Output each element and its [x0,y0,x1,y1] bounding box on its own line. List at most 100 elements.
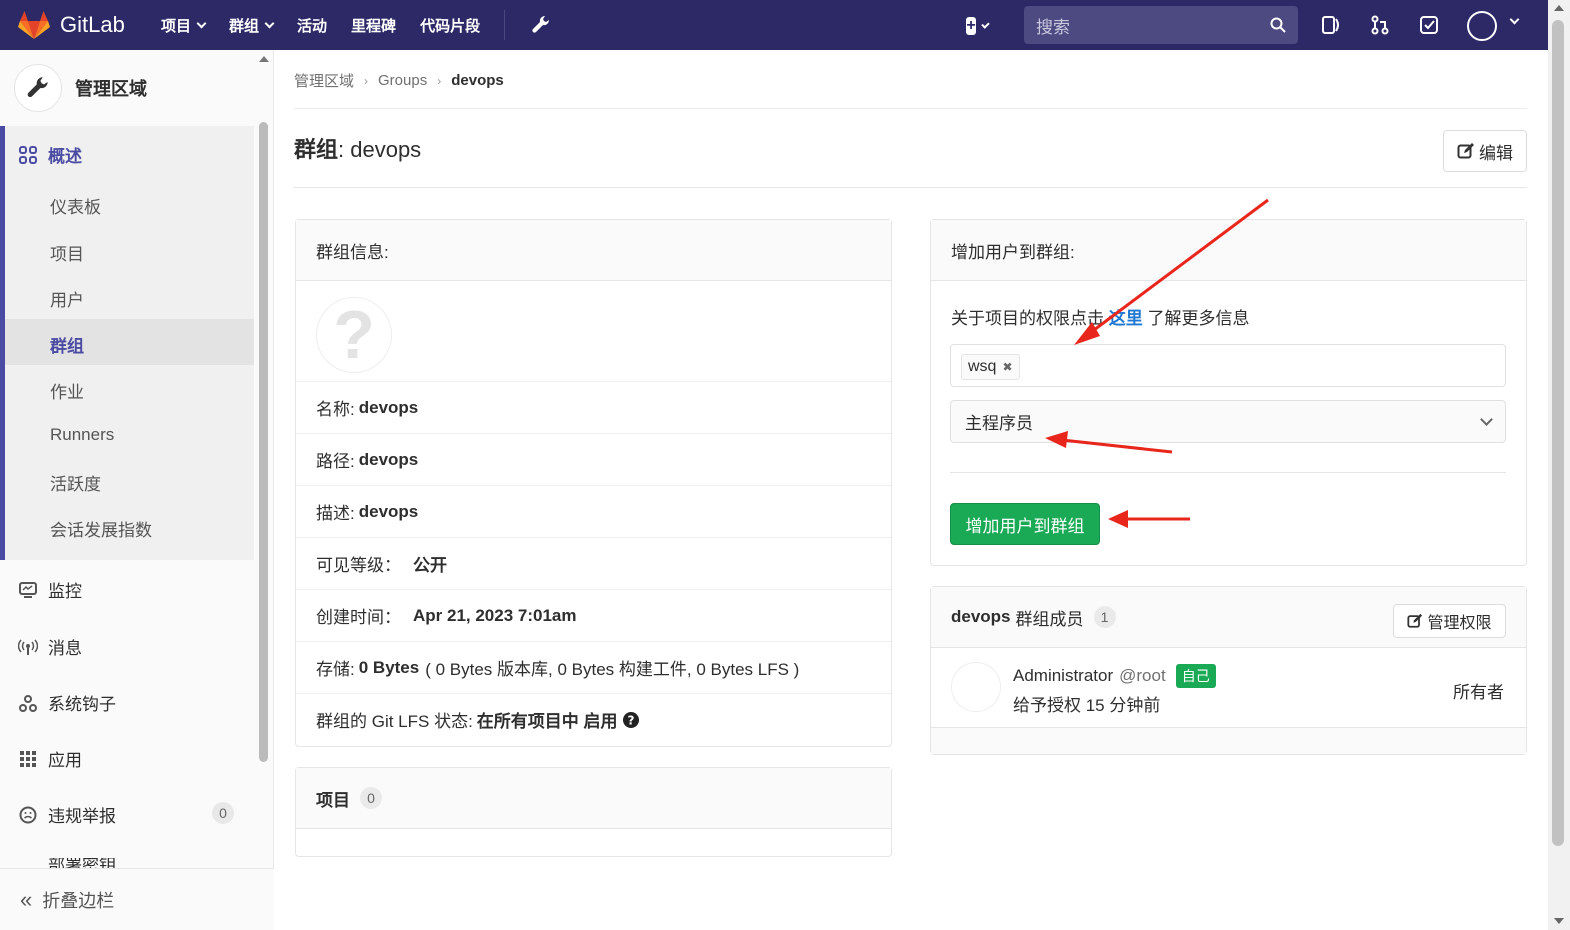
nav-projects-label: 项目 [161,17,192,35]
help-text-after: 了解更多信息 [1147,309,1250,328]
new-dropdown[interactable]: + [966,15,990,37]
hook-icon [18,693,38,713]
divider [950,472,1506,473]
sidebar-title: 管理区域 [75,79,147,99]
self-badge: 自己 [1175,664,1216,688]
role-select-value: 主程序员 [965,414,1033,433]
add-user-to-group-button[interactable]: 增加用户到群组 [950,503,1100,545]
question-circle-icon[interactable]: ? [622,711,639,728]
scroll-up-arrow-icon[interactable] [1553,4,1565,12]
search-input[interactable]: 搜索 [1024,6,1298,44]
lfs-label: 群组的 Git LFS 状态: [316,712,473,731]
svg-text:?: ? [627,713,634,727]
help-text-before: 关于项目的权限点击 [951,309,1104,328]
breadcrumb: 管理区域 › Groups › devops [294,70,504,91]
sidebar-item-devops-score[interactable]: 会话发展指数 [50,516,152,541]
sidebar-item-applications[interactable]: 应用 [18,746,82,771]
sidebar: 管理区域 概述 仪表板 项目 用户 群组 作业 Runners 活跃度 会话发展… [0,50,274,930]
page-title: 群组: devops [294,132,421,164]
sidebar-item-groups[interactable]: 群组 [50,332,84,357]
breadcrumb-admin[interactable]: 管理区域 [294,70,354,91]
sidebar-item-monitoring-label: 监控 [48,582,82,601]
sidebar-item-system-hooks-label: 系统钩子 [48,695,116,714]
chevron-down-icon [264,18,275,28]
sidebar-header[interactable]: 管理区域 [0,50,254,126]
chevron-right-icon: › [364,73,369,88]
member-name[interactable]: Administrator [1013,666,1113,686]
nav-activity[interactable]: 活动 [297,15,327,36]
sidebar-item-deploy-keys-label: 部署密钥 [48,858,116,868]
overview-grid-icon [18,145,38,165]
chevron-down-icon[interactable] [1509,14,1520,25]
group-path-label: 路径: [316,452,355,471]
admin-area-avatar [14,64,62,112]
sidebar-item-abuse-reports-label: 违规举报 [48,807,116,826]
key-icon [18,858,38,868]
sidebar-item-monitoring[interactable]: 监控 [18,577,82,602]
merge-request-icon[interactable] [1369,14,1391,36]
scroll-down-arrow-icon[interactable] [1553,917,1565,925]
collapse-sidebar-label: 折叠边栏 [42,890,115,911]
todo-icon[interactable] [1418,14,1440,36]
nav-groups-label: 群组 [229,17,260,35]
sidebar-item-jobs[interactable]: 作业 [50,378,84,403]
monitor-icon [18,580,38,600]
role-select[interactable]: 主程序员 [950,400,1506,443]
sidebar-item-deploy-keys[interactable]: 部署密钥 [18,858,116,868]
top-navbar: GitLab 项目 群组 活动 里程碑 代码片段 + 搜索 [0,0,1548,50]
members-footer [931,728,1526,754]
wrench-icon [27,77,48,98]
group-description-label: 描述: [316,504,355,523]
edit-group-button[interactable]: 编辑 [1443,130,1527,172]
collapse-sidebar-button[interactable]: « 折叠边栏 [0,868,274,930]
divider [294,108,1527,109]
sidebar-item-overview[interactable]: 概述 [18,142,82,167]
group-path-row: 路径: devops [296,433,891,485]
manage-access-label: 管理权限 [1427,615,1492,632]
projects-count-badge: 0 [360,787,382,809]
selected-user-token[interactable]: wsq ✖ [961,354,1020,380]
remove-token-icon[interactable]: ✖ [1002,360,1012,374]
page-scrollbar[interactable] [1552,20,1564,846]
user-avatar[interactable] [1467,11,1497,41]
apps-icon [18,749,38,769]
group-visibility-row: 可见等级： 公开 [296,537,891,589]
admin-wrench-icon[interactable] [531,15,551,35]
manage-access-button[interactable]: 管理权限 [1393,604,1506,638]
member-role: 所有者 [1453,683,1504,702]
breadcrumb-current[interactable]: devops [451,72,504,89]
sidebar-item-projects[interactable]: 项目 [50,240,84,265]
permissions-help-link[interactable]: 这里 [1109,309,1143,328]
brand[interactable]: GitLab [18,10,143,40]
double-chevron-left-icon: « [20,886,33,912]
group-name-label: 名称: [316,400,355,419]
broadcast-icon [18,637,38,657]
group-created-label: 创建时间： [316,608,401,627]
question-mark-icon: ? [316,297,392,373]
sidebar-item-abuse-reports[interactable]: 违规举报 [18,802,116,827]
edit-icon [1457,143,1474,159]
sidebar-item-runners[interactable]: Runners [50,425,114,445]
scroll-up-arrow-icon[interactable] [258,55,270,63]
sidebar-item-system-hooks[interactable]: 系统钩子 [18,690,116,715]
issues-icon[interactable] [1320,14,1342,36]
page-title-prefix: 群组 [294,137,339,162]
breadcrumb-groups[interactable]: Groups [378,72,427,89]
sidebar-item-activity[interactable]: 活跃度 [50,470,101,495]
member-avatar[interactable] [951,662,1001,712]
sidebar-item-messages[interactable]: 消息 [18,634,82,659]
member-granted-time: 给予授权 15 分钟前 [1013,696,1161,715]
nav-milestones[interactable]: 里程碑 [351,15,396,36]
sidebar-scrollbar[interactable] [259,122,268,762]
nav-groups[interactable]: 群组 [229,15,275,36]
add-user-header: 增加用户到群组: [931,220,1526,281]
nav-snippets[interactable]: 代码片段 [420,15,480,36]
user-search-input[interactable]: wsq ✖ [950,344,1506,387]
group-visibility-value: 公开 [413,556,447,575]
group-description-value: devops [358,501,419,521]
nav-projects[interactable]: 项目 [161,15,207,36]
sidebar-item-messages-label: 消息 [48,639,82,658]
sidebar-item-users[interactable]: 用户 [50,286,84,311]
group-name-value: devops [358,397,419,417]
sidebar-item-dashboard[interactable]: 仪表板 [50,193,101,218]
